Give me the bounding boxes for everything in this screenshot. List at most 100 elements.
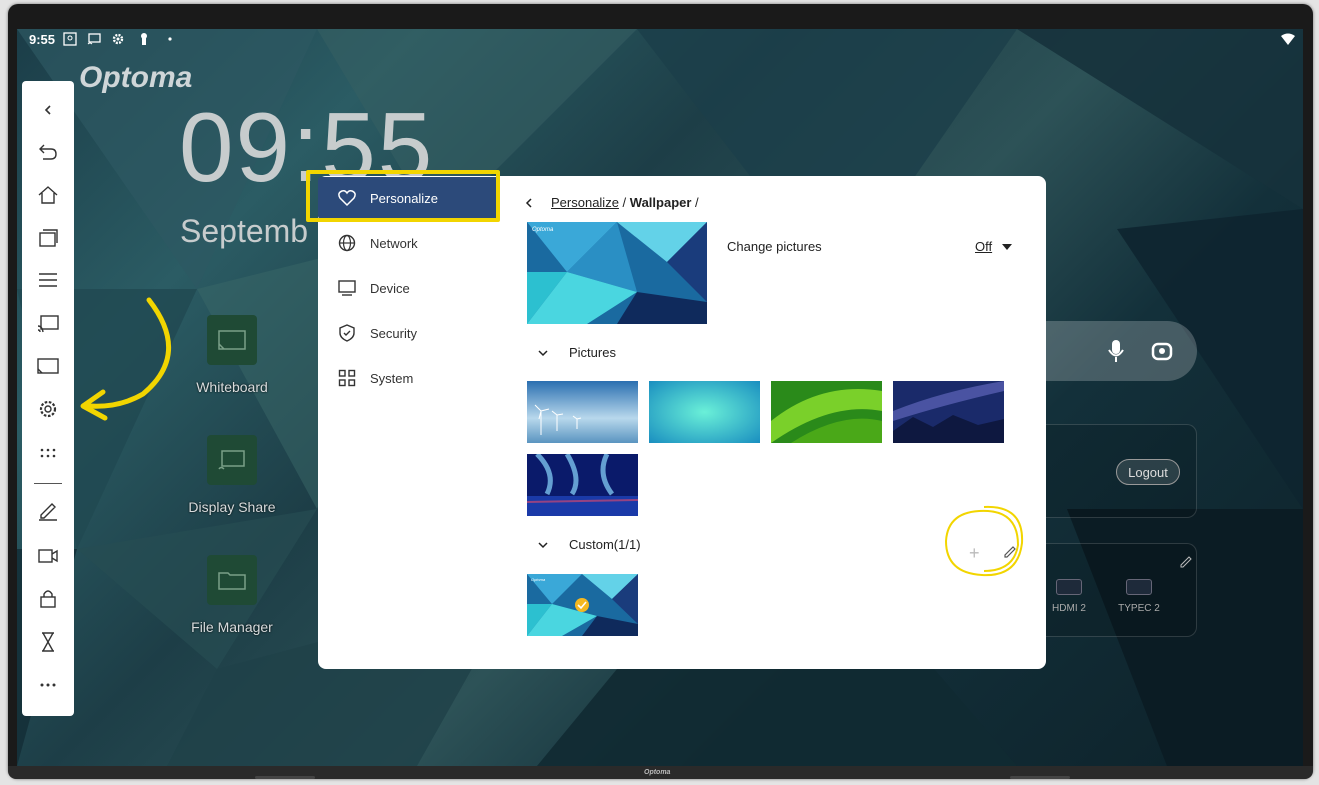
hdmi-port-icon [1056, 579, 1082, 595]
back-arrow-icon [39, 144, 57, 160]
recent-apps-button[interactable] [22, 223, 74, 253]
nav-item-network[interactable]: Network [318, 222, 500, 264]
chevron-down-icon [538, 349, 548, 356]
nav-highlight-annotation [306, 170, 500, 222]
screen-share-button[interactable] [22, 309, 74, 339]
pictures-section-toggle[interactable]: Pictures [537, 345, 616, 360]
nav-item-label: Security [370, 325, 417, 341]
annotate-button[interactable] [22, 496, 74, 526]
wallpaper-thumb-wind-turbines[interactable] [527, 381, 638, 443]
wallpaper-thumb-aurora[interactable] [527, 454, 638, 516]
status-bar: 9:55 [17, 29, 1303, 51]
lock-button[interactable] [22, 583, 74, 613]
pencil-icon [39, 503, 57, 521]
nav-item-system[interactable]: System [318, 357, 500, 399]
back-chevron-icon[interactable] [523, 197, 535, 209]
settings-button[interactable] [22, 394, 74, 424]
change-pictures-value: Off [975, 239, 993, 254]
globe-icon [338, 234, 356, 252]
back-button[interactable] [22, 136, 74, 166]
settings-nav: Personalize Network Device Security Syst… [306, 170, 508, 669]
app-label: File Manager [191, 619, 273, 635]
dropdown-arrow-icon [1002, 243, 1013, 250]
record-button[interactable] [22, 541, 74, 571]
selected-check-icon [575, 598, 589, 612]
nav-item-security[interactable]: Security [318, 312, 500, 354]
custom-section-toggle[interactable]: Custom(1/1) [537, 537, 641, 552]
nav-item-label: Network [370, 235, 418, 251]
section-label: Pictures [569, 345, 616, 360]
shield-check-icon [339, 324, 355, 342]
edit-sources-icon[interactable] [1180, 556, 1192, 568]
bezel-slot [255, 776, 315, 779]
apps-button[interactable] [22, 438, 74, 468]
nav-item-label: System [370, 370, 414, 386]
wifi-icon [1281, 33, 1295, 45]
screen: 9:55 Optoma 09:55 Septemb Whiteboard Dis… [17, 29, 1303, 766]
lens-icon[interactable] [1151, 340, 1173, 362]
app-label: Whiteboard [196, 379, 268, 395]
sidebar-toolbar [22, 81, 74, 716]
timer-button[interactable] [22, 627, 74, 657]
notification-dot-icon [168, 37, 172, 41]
screenshot-icon [63, 32, 77, 46]
source-hdmi2[interactable]: HDMI 2 [1044, 579, 1094, 614]
source-label: HDMI 2 [1052, 603, 1086, 614]
wallpaper-thumb-aqua-glow[interactable] [649, 381, 760, 443]
cast-icon [37, 315, 59, 333]
date-widget: Septemb [180, 213, 309, 249]
monitor-icon [338, 280, 356, 296]
home-icon [38, 186, 58, 204]
app-display-share[interactable]: Display Share [177, 435, 287, 515]
app-whiteboard[interactable]: Whiteboard [177, 315, 287, 395]
wallpaper-settings: Personalize / Wallpaper / Optoma Change … [523, 176, 1046, 669]
menu-icon [39, 273, 57, 287]
hourglass-icon [42, 632, 54, 652]
gear-icon [39, 400, 57, 418]
sidebar-divider [34, 483, 62, 484]
section-label: Custom(1/1) [569, 537, 641, 552]
breadcrumb-separator: / [691, 195, 699, 210]
breadcrumb: Personalize / Wallpaper / [523, 195, 699, 210]
breadcrumb-current: Wallpaper [629, 195, 692, 210]
app-file-manager[interactable]: File Manager [177, 555, 287, 635]
video-camera-icon [38, 549, 58, 563]
source-typec2[interactable]: TYPEC 2 [1114, 579, 1164, 614]
annotation-circle [944, 505, 1024, 577]
cast-icon [87, 33, 101, 45]
lock-icon [40, 590, 56, 608]
more-dots-icon [40, 683, 56, 687]
nav-item-device[interactable]: Device [318, 267, 500, 309]
chevron-left-icon [44, 105, 51, 115]
app-label: Display Share [188, 499, 276, 515]
menu-button[interactable] [22, 265, 74, 295]
more-button[interactable] [22, 670, 74, 700]
brand-logo: Optoma [79, 61, 193, 94]
collapse-sidebar-button[interactable] [22, 95, 74, 125]
recent-apps-icon [39, 229, 58, 247]
keyhole-icon [141, 33, 147, 45]
folder-icon [207, 555, 257, 605]
display-share-icon [207, 435, 257, 485]
change-pictures-dropdown[interactable]: Off [975, 239, 1013, 254]
apps-grid-icon [40, 448, 56, 458]
source-label: TYPEC 2 [1118, 603, 1160, 614]
bezel-logo: Optoma [644, 769, 671, 776]
breadcrumb-link-personalize[interactable]: Personalize [551, 195, 619, 210]
logout-button[interactable]: Logout [1116, 459, 1180, 485]
wallpaper-thumb-custom-selected[interactable]: Optoma [527, 574, 638, 636]
home-button[interactable] [22, 180, 74, 210]
whiteboard-button[interactable] [22, 351, 74, 381]
settings-dialog: Personalize Network Device Security Syst… [306, 170, 1046, 669]
grid-icon [338, 369, 356, 387]
wallpaper-thumb-night-sky[interactable] [893, 381, 1004, 443]
settings-gear-icon [112, 33, 124, 45]
nav-item-label: Device [370, 280, 410, 296]
typec-port-icon [1126, 579, 1152, 595]
current-wallpaper-preview: Optoma [527, 222, 707, 324]
wallpaper-thumb-green-waves[interactable] [771, 381, 882, 443]
annotation-arrow [80, 297, 172, 421]
microphone-icon[interactable] [1107, 339, 1125, 363]
change-pictures-label: Change pictures [727, 239, 822, 254]
device-frame: Optoma 9:55 Optoma 09:55 Septemb Whitebo… [0, 0, 1319, 785]
